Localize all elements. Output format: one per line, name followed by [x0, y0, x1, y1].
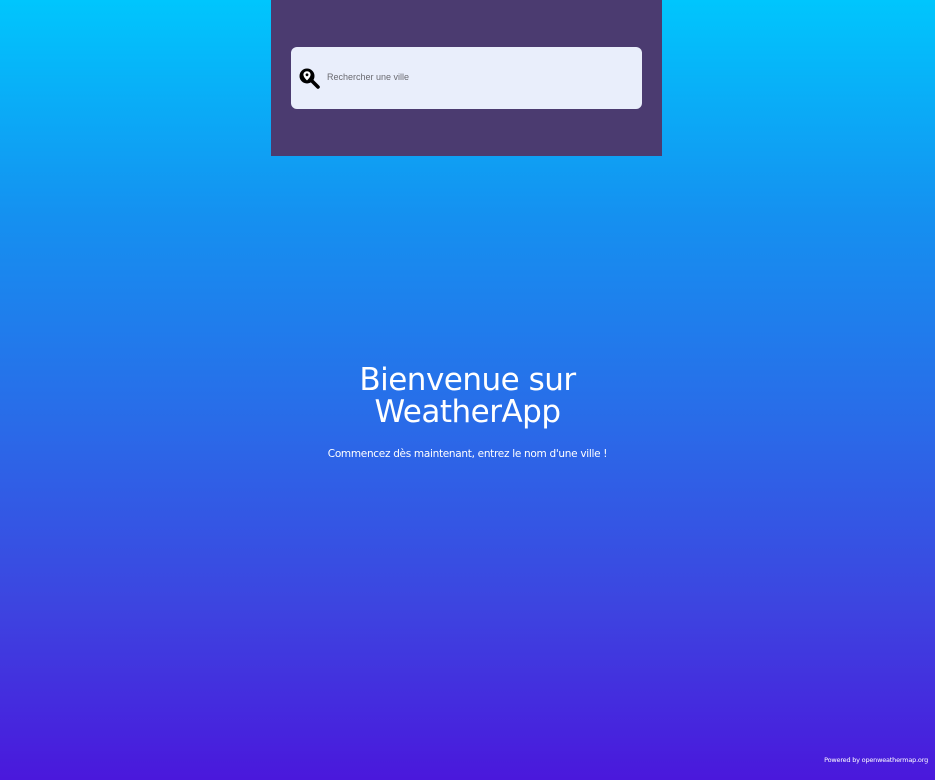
- welcome-section: Bienvenue sur WeatherApp Commencez dès m…: [0, 364, 935, 460]
- welcome-title: Bienvenue sur WeatherApp: [359, 362, 576, 430]
- search-input[interactable]: [327, 61, 627, 93]
- location-search-icon[interactable]: [298, 67, 320, 89]
- footer-credit: Powered by openweathermap.org: [824, 756, 928, 764]
- search-box[interactable]: [291, 47, 642, 109]
- welcome-subtitle: Commencez dès maintenant, entrez le nom …: [327, 448, 608, 460]
- search-panel: [271, 0, 662, 156]
